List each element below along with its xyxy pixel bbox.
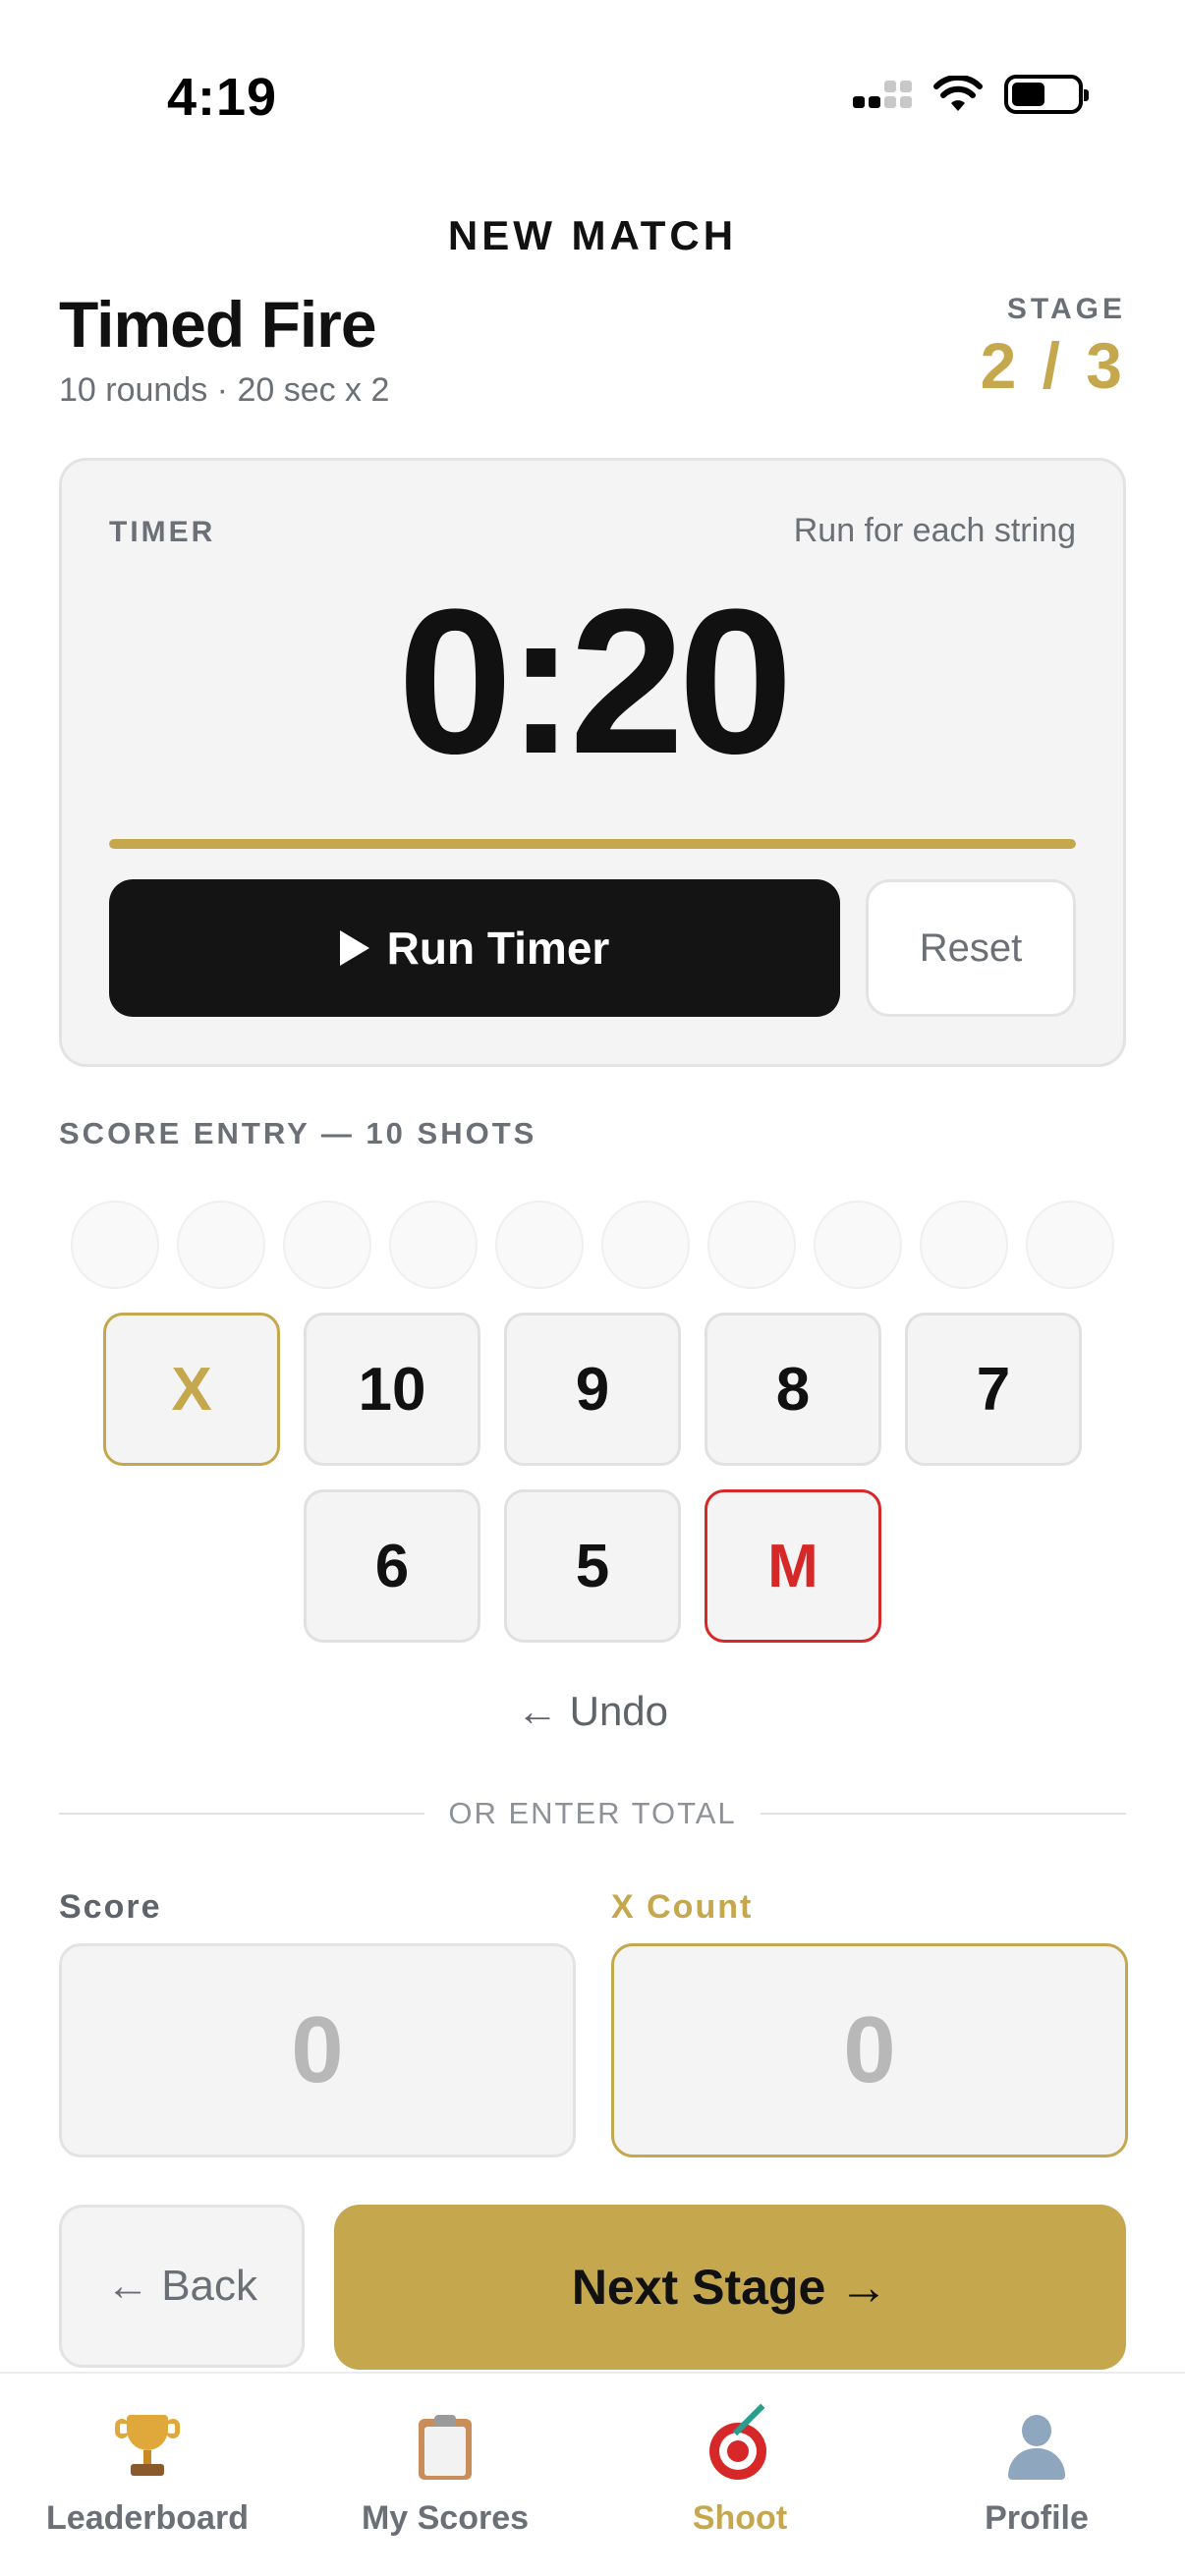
score-button-10[interactable]: 10 bbox=[304, 1313, 480, 1466]
shot-indicator bbox=[707, 1201, 796, 1289]
tab-leaderboard[interactable]: Leaderboard bbox=[0, 2413, 295, 2538]
score-button-9[interactable]: 9 bbox=[504, 1313, 681, 1466]
timer-card: TIMER Run for each string 0:20 Run Timer… bbox=[59, 458, 1126, 1067]
cellular-signal-icon bbox=[853, 81, 912, 108]
run-timer-button[interactable]: Run Timer bbox=[109, 879, 840, 1017]
tab-label: Profile bbox=[985, 2499, 1089, 2537]
tab-label: Leaderboard bbox=[46, 2499, 249, 2537]
timer-note: Run for each string bbox=[793, 512, 1076, 549]
divider-label: OR ENTER TOTAL bbox=[448, 1796, 737, 1830]
stage-label: STAGE bbox=[1006, 293, 1126, 325]
score-button-x[interactable]: X bbox=[103, 1313, 280, 1466]
status-time: 4:19 bbox=[167, 68, 278, 127]
shot-indicator bbox=[389, 1201, 478, 1289]
wifi-icon bbox=[933, 76, 983, 111]
xcount-field-label: X Count bbox=[611, 1888, 754, 1926]
shot-indicators bbox=[71, 1201, 1114, 1289]
divider-line bbox=[59, 1813, 425, 1815]
or-enter-total-divider: OR ENTER TOTAL bbox=[59, 1796, 1126, 1831]
score-button-8[interactable]: 8 bbox=[705, 1313, 881, 1466]
tab-label: Shoot bbox=[692, 2499, 788, 2537]
shot-indicator bbox=[71, 1201, 159, 1289]
score-entry-label: SCORE ENTRY — 10 SHOTS bbox=[59, 1116, 537, 1150]
divider-line bbox=[760, 1813, 1126, 1815]
clipboard-icon bbox=[411, 2413, 480, 2482]
xcount-input[interactable] bbox=[611, 1943, 1128, 2157]
status-bar: 4:19 bbox=[0, 0, 1185, 187]
score-button-7[interactable]: 7 bbox=[905, 1313, 1082, 1466]
shot-indicator bbox=[495, 1201, 584, 1289]
score-input[interactable] bbox=[59, 1943, 576, 2157]
timer-progress-fill bbox=[109, 839, 1076, 849]
tab-shoot[interactable]: Shoot bbox=[592, 2403, 887, 2538]
stage-subtitle: 10 rounds · 20 sec x 2 bbox=[59, 371, 390, 409]
tab-bar: Leaderboard My Scores Shoot Profile bbox=[0, 2372, 1185, 2576]
timer-label: TIMER bbox=[109, 516, 216, 548]
tab-my-scores[interactable]: My Scores bbox=[298, 2413, 592, 2538]
play-icon bbox=[339, 930, 369, 966]
stage-progress: 2 / 3 bbox=[980, 329, 1126, 402]
score-button-5[interactable]: 5 bbox=[504, 1489, 681, 1643]
run-timer-label: Run Timer bbox=[386, 923, 610, 974]
shot-indicator bbox=[177, 1201, 265, 1289]
back-button[interactable]: ← Back bbox=[59, 2205, 305, 2368]
shot-indicator bbox=[814, 1201, 902, 1289]
shot-indicator bbox=[920, 1201, 1008, 1289]
target-icon bbox=[705, 2403, 774, 2482]
undo-button[interactable]: ← Undo bbox=[0, 1688, 1185, 1735]
score-button-6[interactable]: 6 bbox=[304, 1489, 480, 1643]
score-button-miss[interactable]: M bbox=[705, 1489, 881, 1643]
next-stage-button[interactable]: Next Stage → bbox=[334, 2205, 1126, 2370]
shot-indicator bbox=[1026, 1201, 1114, 1289]
shot-indicator bbox=[601, 1201, 690, 1289]
stage-title: Timed Fire bbox=[59, 288, 377, 361]
tab-label: My Scores bbox=[361, 2499, 530, 2537]
timer-progress-bar bbox=[109, 839, 1076, 849]
person-icon bbox=[1002, 2413, 1071, 2482]
status-icons bbox=[853, 75, 1089, 114]
score-field-label: Score bbox=[59, 1888, 162, 1926]
tab-profile[interactable]: Profile bbox=[889, 2413, 1184, 2538]
battery-icon bbox=[1004, 75, 1089, 114]
shot-indicator bbox=[283, 1201, 371, 1289]
page-title: NEW MATCH bbox=[447, 212, 738, 258]
reset-timer-button[interactable]: Reset bbox=[866, 879, 1076, 1017]
timer-display: 0:20 bbox=[397, 566, 793, 797]
trophy-icon bbox=[113, 2413, 182, 2482]
